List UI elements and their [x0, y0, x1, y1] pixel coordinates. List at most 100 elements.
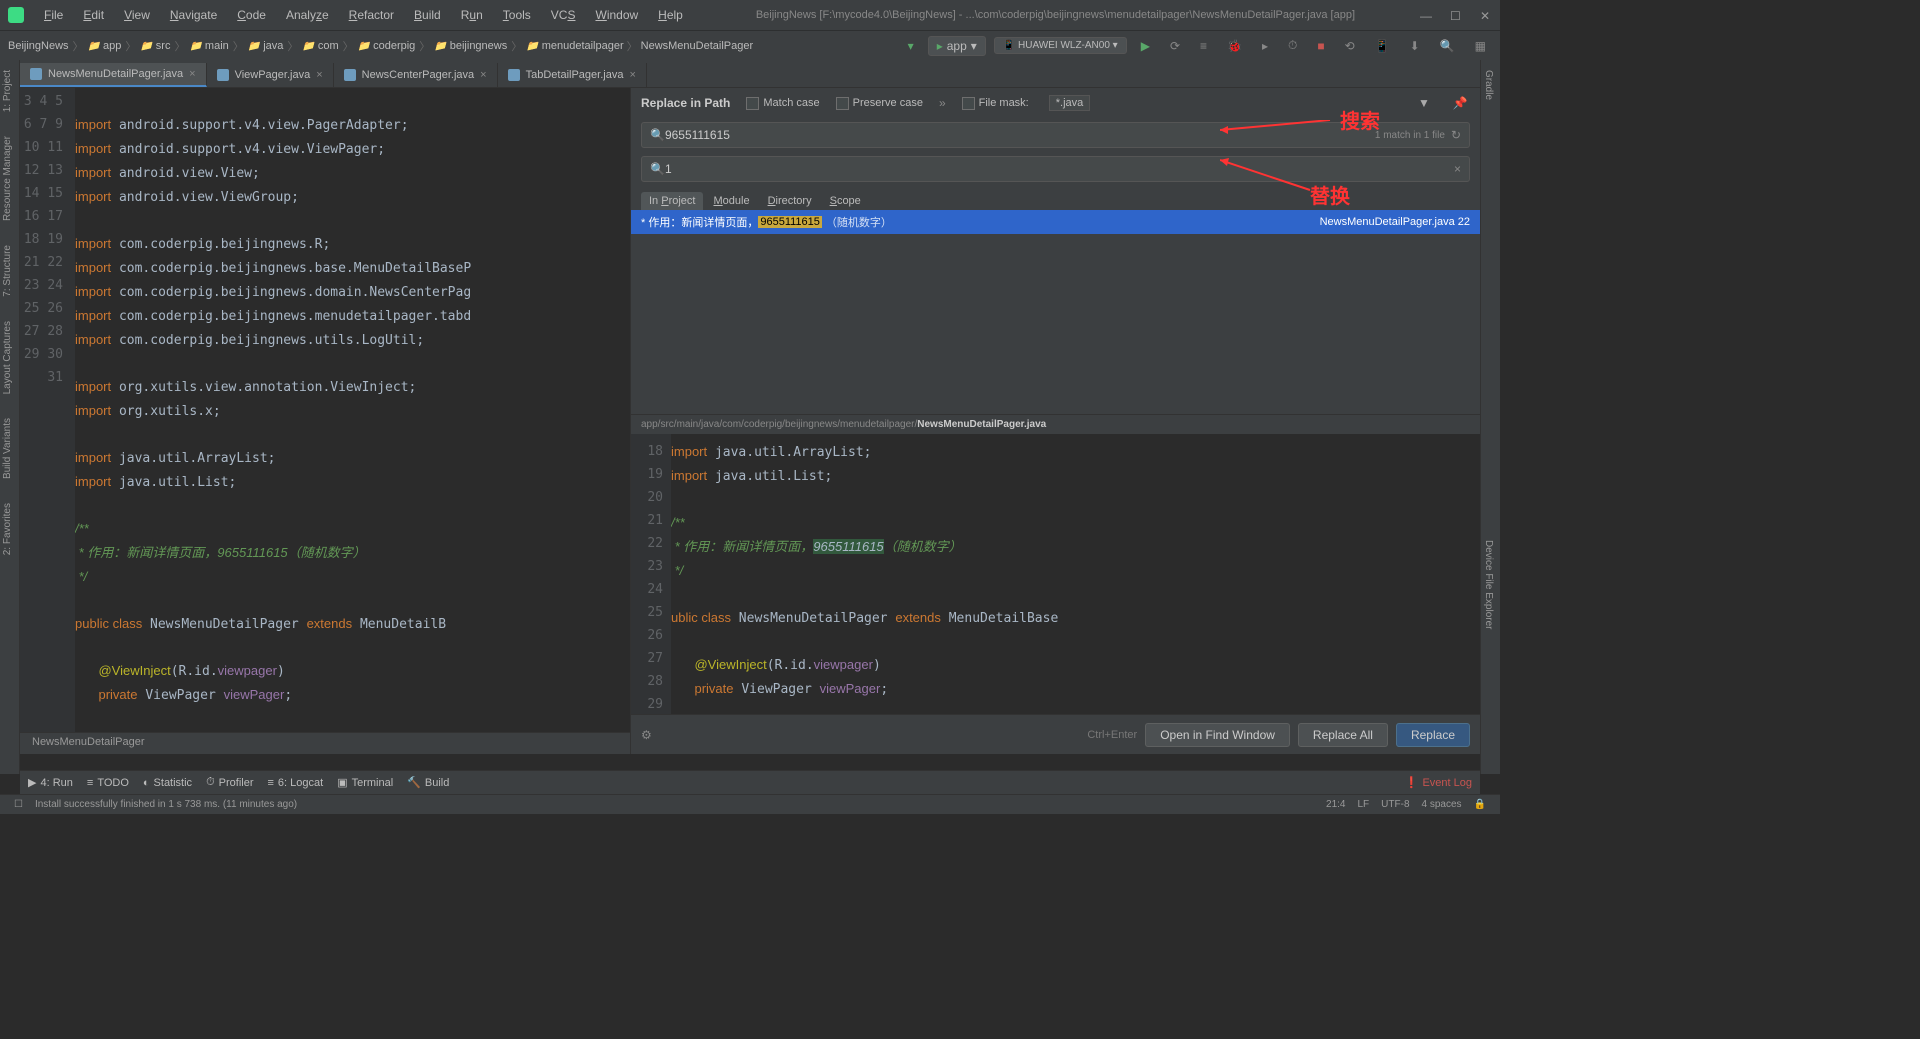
close-tab-icon[interactable]: ×: [629, 69, 635, 81]
menu-file[interactable]: File: [36, 4, 71, 26]
crumb-app[interactable]: app: [88, 40, 122, 52]
pin-icon[interactable]: 📌: [1450, 93, 1470, 113]
menu-build[interactable]: Build: [406, 4, 449, 26]
close-tab-icon[interactable]: ×: [316, 69, 322, 81]
tool-todo[interactable]: ≡ TODO: [87, 777, 129, 789]
tool-layout-captures[interactable]: Layout Captures: [0, 311, 15, 404]
replace-all-button[interactable]: Replace All: [1298, 723, 1388, 747]
java-file-icon: [508, 69, 520, 81]
search-result-row[interactable]: * 作用：新闻详情页面， 9655111615 （随机数字） NewsMenuD…: [631, 210, 1480, 234]
device-selector[interactable]: 📱 HUAWEI WLZ-AN00 ▾: [994, 37, 1127, 54]
gear-icon[interactable]: ⚙: [641, 728, 652, 742]
window-title: BeijingNews [F:\mycode4.0\BeijingNews] -…: [691, 9, 1420, 21]
preview-code[interactable]: import java.util.ArrayList; import java.…: [671, 434, 1480, 714]
tab-viewpager[interactable]: ViewPager.java ×: [207, 63, 334, 87]
settings-icon[interactable]: ▦: [1469, 37, 1492, 55]
stop-icon[interactable]: ■: [1311, 37, 1330, 55]
tool-build[interactable]: 🔨 Build: [407, 776, 449, 789]
crumb-src[interactable]: src: [140, 40, 170, 52]
crumb-com[interactable]: com: [302, 40, 338, 52]
tool-project[interactable]: 1: Project: [0, 60, 15, 122]
replace-field[interactable]: 🔍 ×: [641, 156, 1470, 182]
scope-tab-project[interactable]: In Project: [641, 192, 703, 210]
search-icon[interactable]: 🔍: [1434, 37, 1461, 55]
more-options-icon[interactable]: »: [939, 96, 946, 110]
status-indent[interactable]: 4 spaces: [1422, 799, 1462, 810]
menu-navigate[interactable]: Navigate: [162, 4, 225, 26]
maximize-icon[interactable]: ☐: [1450, 9, 1462, 21]
tool-structure[interactable]: 7: Structure: [0, 235, 15, 307]
tab-newsmenudetailpager[interactable]: NewsMenuDetailPager.java ×: [20, 63, 207, 87]
menu-window[interactable]: Window: [587, 4, 646, 26]
tool-resource-manager[interactable]: Resource Manager: [0, 126, 15, 231]
menu-analyze[interactable]: Analyze: [278, 4, 337, 26]
menu-refactor[interactable]: Refactor: [341, 4, 402, 26]
filter-icon[interactable]: ▼: [1414, 93, 1434, 113]
crumb-project[interactable]: BeijingNews: [8, 40, 69, 52]
sync-icon[interactable]: ⟲: [1339, 37, 1361, 55]
menubar: File Edit View Navigate Code Analyze Ref…: [36, 4, 691, 26]
crumb-coderpig[interactable]: coderpig: [358, 40, 416, 52]
status-line-ending[interactable]: LF: [1358, 799, 1370, 810]
code-editor[interactable]: import android.support.v4.view.PagerAdap…: [75, 88, 630, 754]
menu-code[interactable]: Code: [229, 4, 274, 26]
tool-event-log[interactable]: ❗ Event Log: [1405, 776, 1472, 789]
tab-newscenterpager[interactable]: NewsCenterPager.java ×: [334, 63, 498, 87]
status-lock-icon[interactable]: 🔒: [1474, 799, 1486, 810]
tool-build-variants[interactable]: Build Variants: [0, 408, 15, 489]
right-tool-tabs: Gradle Device File Explorer: [1480, 60, 1500, 774]
tab-tabdetailpager[interactable]: TabDetailPager.java ×: [498, 63, 647, 87]
crumb-java[interactable]: java: [248, 40, 284, 52]
scope-tab-module[interactable]: Module: [705, 192, 757, 210]
build-icon[interactable]: ▾: [902, 37, 920, 55]
file-mask-value[interactable]: *.java: [1049, 95, 1091, 111]
avd-icon[interactable]: 📱: [1369, 37, 1396, 55]
status-icon[interactable]: ☐: [14, 799, 23, 810]
menu-edit[interactable]: Edit: [75, 4, 112, 26]
status-caret-pos[interactable]: 21:4: [1326, 799, 1345, 810]
debug-icon[interactable]: 🐞: [1221, 37, 1248, 55]
tool-device-file-explorer[interactable]: Device File Explorer: [1481, 530, 1496, 639]
crumb-beijingnews[interactable]: beijingnews: [434, 40, 507, 52]
scope-tab-scope[interactable]: Scope: [822, 192, 869, 210]
minimize-icon[interactable]: —: [1420, 9, 1432, 21]
crumb-file[interactable]: NewsMenuDetailPager: [641, 40, 754, 52]
history-icon[interactable]: ↻: [1451, 128, 1461, 142]
close-tab-icon[interactable]: ×: [480, 69, 486, 81]
replace-input[interactable]: [665, 162, 1454, 176]
tool-statistic[interactable]: ◐ Statistic: [143, 777, 192, 789]
tool-logcat[interactable]: ≡ 6: Logcat: [268, 777, 324, 789]
menu-run[interactable]: Run: [453, 4, 491, 26]
clear-icon[interactable]: ×: [1454, 162, 1461, 176]
sdk-icon[interactable]: ⬇: [1404, 37, 1426, 55]
tool-favorites[interactable]: 2: Favorites: [0, 493, 15, 565]
status-encoding[interactable]: UTF-8: [1381, 799, 1409, 810]
apply-code-changes-icon[interactable]: ≡: [1194, 37, 1213, 55]
preserve-case-checkbox[interactable]: Preserve case: [836, 97, 923, 110]
close-icon[interactable]: ✕: [1480, 9, 1492, 21]
menu-tools[interactable]: Tools: [495, 4, 539, 26]
profile-icon[interactable]: ⏱: [1282, 36, 1303, 55]
tool-profiler[interactable]: ⏱ Profiler: [206, 776, 253, 789]
menu-help[interactable]: Help: [650, 4, 691, 26]
tool-run[interactable]: ▶ 4: Run: [28, 776, 73, 789]
tool-gradle[interactable]: Gradle: [1481, 60, 1496, 110]
run-icon[interactable]: ▶: [1135, 37, 1156, 55]
search-field[interactable]: 🔍 1 match in 1 file ↻: [641, 122, 1470, 148]
apply-changes-icon[interactable]: ⟳: [1164, 37, 1186, 55]
crumb-menudetailpager[interactable]: menudetailpager〉 NewsMenuDetailPager: [526, 38, 753, 54]
open-in-find-window-button[interactable]: Open in Find Window: [1145, 723, 1290, 747]
menu-view[interactable]: View: [116, 4, 158, 26]
file-mask-checkbox[interactable]: File mask:: [962, 97, 1029, 110]
replace-button[interactable]: Replace: [1396, 723, 1470, 747]
tool-terminal[interactable]: ▣ Terminal: [337, 776, 393, 789]
run-config-selector[interactable]: ▸app ▾: [928, 36, 986, 56]
close-tab-icon[interactable]: ×: [189, 68, 195, 80]
search-input[interactable]: [665, 128, 1375, 142]
scope-tab-directory[interactable]: Directory: [760, 192, 820, 210]
menu-vcs[interactable]: VCS: [543, 4, 584, 26]
crumb-main[interactable]: main: [189, 40, 228, 52]
status-message: Install successfully finished in 1 s 738…: [35, 799, 297, 810]
coverage-icon[interactable]: ▸: [1256, 37, 1274, 55]
match-case-checkbox[interactable]: Match case: [746, 97, 819, 110]
